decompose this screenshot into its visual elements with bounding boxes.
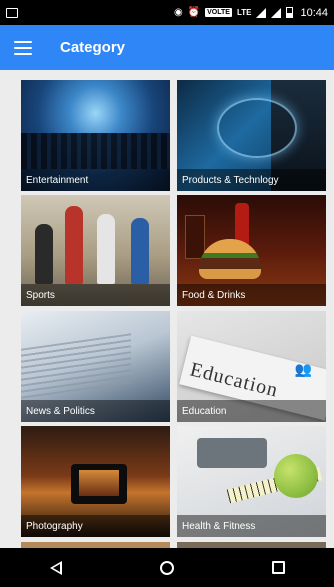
- category-card-food-drinks[interactable]: Food & Drinks: [177, 195, 326, 306]
- card-image: [35, 224, 53, 284]
- category-label: Food & Drinks: [177, 284, 326, 306]
- card-image: [97, 214, 115, 284]
- category-label: Health & Fitness: [177, 515, 326, 537]
- category-label: Products & Technlogy: [177, 169, 326, 191]
- category-card-sports[interactable]: Sports: [21, 195, 170, 306]
- signal-icon: [271, 7, 282, 18]
- status-bar: ◉ ⏰ VOLTE LTE 10:44: [0, 0, 334, 25]
- alarm-icon: ⏰: [187, 6, 201, 18]
- system-nav-bar: [0, 548, 334, 587]
- card-image: [79, 470, 119, 496]
- category-label: Education: [177, 400, 326, 422]
- home-icon: [159, 560, 174, 575]
- category-label: Photography: [21, 515, 170, 537]
- card-image: [21, 333, 131, 399]
- card-image: [21, 133, 170, 169]
- category-card-entertainment[interactable]: Entertainment: [21, 80, 170, 191]
- category-label: Entertainment: [21, 169, 170, 191]
- nfc-icon: ◉: [173, 6, 183, 18]
- hamburger-menu-icon[interactable]: [14, 40, 32, 55]
- back-button[interactable]: [36, 553, 76, 583]
- recent-apps-button[interactable]: [258, 553, 298, 583]
- card-image: [274, 454, 318, 498]
- clock: 10:44: [300, 6, 328, 19]
- student-icon: 👥: [294, 361, 312, 377]
- app-bar: Category: [0, 25, 334, 70]
- battery-icon: [286, 7, 294, 18]
- lte-icon: LTE: [236, 7, 252, 17]
- card-image: [199, 239, 261, 279]
- card-image: [65, 206, 83, 284]
- category-label: Sports: [21, 284, 170, 306]
- category-card-health-fitness[interactable]: Health & Fitness: [177, 426, 326, 537]
- category-grid: Entertainment Products & Technlogy Sport…: [0, 70, 334, 548]
- card-image: [197, 438, 267, 468]
- page-title: Category: [60, 39, 126, 56]
- recent-apps-icon: [271, 561, 285, 574]
- card-image: [131, 218, 149, 284]
- screenshot-icon: [6, 7, 18, 18]
- category-card-news-politics[interactable]: News & Politics: [21, 311, 170, 422]
- volte-icon: VOLTE: [205, 8, 232, 17]
- card-image: [217, 98, 297, 158]
- category-label: News & Politics: [21, 400, 170, 422]
- signal-icon: [256, 7, 267, 18]
- category-card-products-technology[interactable]: Products & Technlogy: [177, 80, 326, 191]
- category-card-photography[interactable]: Photography: [21, 426, 170, 537]
- category-card-education[interactable]: Education 👥 Education: [177, 311, 326, 422]
- home-button[interactable]: [147, 553, 187, 583]
- back-icon: [49, 560, 62, 575]
- card-image: [185, 215, 205, 259]
